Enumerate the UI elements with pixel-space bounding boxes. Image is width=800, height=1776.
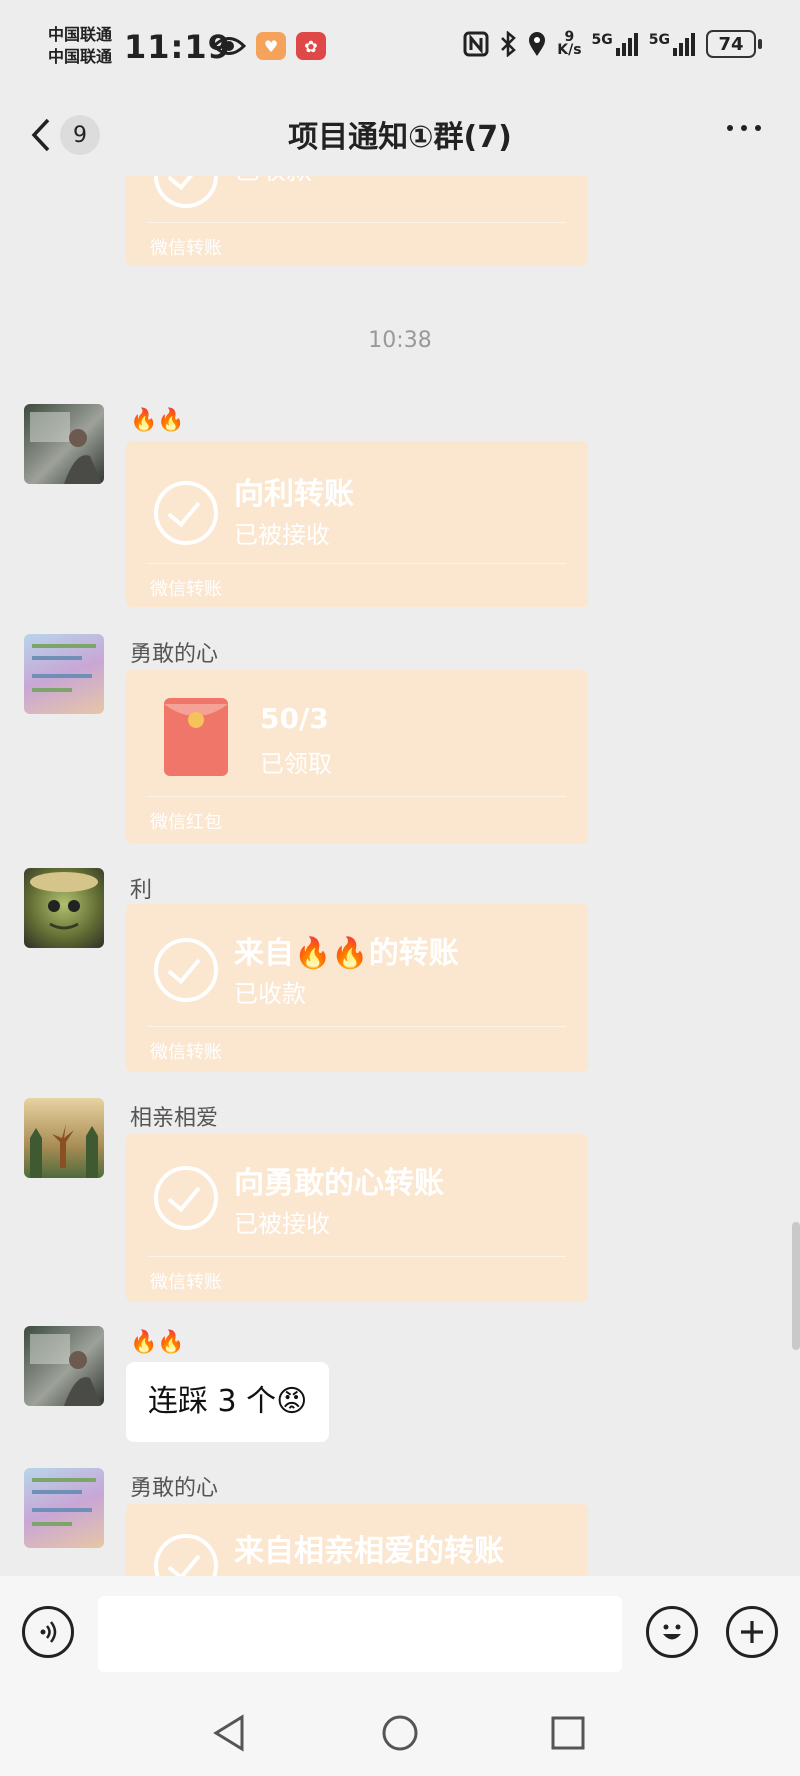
check-icon	[154, 1534, 218, 1576]
carrier-2: 中国联通	[48, 47, 113, 66]
transfer-card[interactable]: 向勇敢的心转账 已被接收 微信转账	[126, 1134, 588, 1302]
voice-button[interactable]	[22, 1606, 74, 1658]
signal-bars-icon	[615, 33, 638, 56]
signal-1: 5G	[592, 32, 639, 56]
chat-header: 项目通知①群(7) 9	[0, 98, 800, 176]
plus-button[interactable]	[726, 1606, 778, 1658]
check-icon	[154, 176, 218, 208]
avatar[interactable]	[24, 634, 104, 714]
transfer-title: 向利转账	[234, 477, 354, 512]
voice-icon[interactable]	[34, 1618, 62, 1646]
avatar-deer-icon	[30, 1124, 98, 1178]
avatar-photo-icon	[30, 412, 102, 484]
chat-scrollbar[interactable]	[792, 1222, 800, 1350]
carrier-1: 中国联通	[48, 25, 113, 44]
back-button[interactable]: 9	[30, 112, 110, 158]
nav-recents-icon[interactable]	[550, 1715, 586, 1751]
battery-icon: 74	[706, 30, 762, 58]
card-divider	[148, 563, 566, 564]
eye-icon	[212, 37, 246, 55]
unread-badge[interactable]: 9	[60, 115, 100, 155]
card-divider	[148, 1256, 566, 1257]
signal-bars-icon	[673, 33, 695, 56]
avatar[interactable]	[24, 868, 104, 948]
nav-back-button[interactable]	[208, 1713, 248, 1753]
nav-home-icon[interactable]	[380, 1713, 420, 1753]
transfer-title: 来自相亲相爱的转账	[234, 1534, 504, 1569]
red-packet-card[interactable]: 50/3 已领取 微信红包	[126, 670, 588, 844]
app-notify-icon-2: ✿	[296, 32, 326, 60]
signal-2: 5G	[649, 32, 696, 56]
more-icon[interactable]	[724, 108, 764, 148]
transfer-card[interactable]: 来自相亲相爱的转账	[126, 1504, 588, 1576]
card-footer: 微信红包	[150, 812, 222, 833]
nfc-icon	[463, 31, 489, 57]
app-notify-icon: ♥	[256, 32, 286, 60]
sender-name: 勇敢的心	[130, 642, 219, 667]
chat-message-list[interactable]: 已收款 微信转账 10:38 🔥🔥 向利转账 已被接收 微信转账 勇敢的心 50…	[0, 176, 800, 1576]
net-speed: 9 K/s	[557, 29, 582, 58]
sender-name: 勇敢的心	[130, 1476, 219, 1501]
chat-title: 项目通知①群(7)	[288, 120, 512, 155]
avatar[interactable]	[24, 1326, 104, 1406]
plus-icon[interactable]	[737, 1617, 767, 1647]
emoji-icon[interactable]	[655, 1615, 689, 1649]
red-packet-title: 50/3	[260, 702, 329, 735]
check-icon	[154, 1166, 218, 1230]
system-navigation-bar	[0, 1691, 800, 1776]
card-footer: 微信转账	[150, 238, 222, 259]
back-chevron-icon[interactable]	[30, 117, 52, 153]
transfer-title: 向勇敢的心转账	[234, 1166, 444, 1201]
card-footer: 微信转账	[150, 1042, 222, 1063]
transfer-title: 来自🔥🔥的转账	[234, 936, 459, 971]
transfer-status: 已被接收	[234, 1210, 330, 1238]
avatar-frog-icon	[30, 872, 98, 930]
nav-back-icon[interactable]	[210, 1713, 246, 1753]
more-button[interactable]	[724, 108, 764, 156]
transfer-card[interactable]: 来自🔥🔥的转账 已收款 微信转账	[126, 904, 588, 1072]
avatar[interactable]	[24, 404, 104, 484]
card-divider	[148, 222, 566, 223]
check-icon	[154, 481, 218, 545]
emoji-button[interactable]	[646, 1606, 698, 1658]
location-icon	[529, 32, 546, 56]
bluetooth-icon	[501, 31, 517, 57]
sender-name: 🔥🔥	[130, 408, 185, 433]
status-icons-right: 9 K/s 5G 5G 74	[463, 29, 762, 58]
avatar[interactable]	[24, 1098, 104, 1178]
avatar-text-image-icon	[32, 644, 96, 692]
sender-name: 利	[130, 878, 153, 903]
transfer-status: 已收款	[234, 176, 312, 187]
red-packet-icon	[164, 698, 228, 776]
transfer-status: 已被接收	[234, 521, 330, 549]
card-divider	[148, 796, 566, 797]
transfer-status: 已收款	[234, 980, 306, 1008]
avatar-text-image-icon	[32, 1478, 96, 1526]
time-divider: 10:38	[368, 328, 432, 353]
avatar[interactable]	[24, 1468, 104, 1548]
card-divider	[148, 1026, 566, 1027]
avatar-photo-icon	[30, 1334, 102, 1406]
red-packet-status: 已领取	[260, 750, 332, 778]
sender-name: 相亲相爱	[130, 1106, 219, 1131]
check-icon	[154, 938, 218, 1002]
status-bar: 中国联通 中国联通 11:19 ♥ ✿ 9 K/s 5G 5G 74	[0, 0, 800, 98]
card-footer: 微信转账	[150, 579, 222, 600]
status-icons-left: ♥ ✿	[212, 32, 326, 60]
nav-home-button[interactable]	[380, 1713, 420, 1753]
message-input[interactable]	[98, 1596, 622, 1672]
card-footer: 微信转账	[150, 1272, 222, 1293]
transfer-card[interactable]: 向利转账 已被接收 微信转账	[126, 441, 588, 607]
carrier-labels: 中国联通 中国联通	[48, 24, 112, 68]
input-bar	[0, 1576, 800, 1691]
text-message-bubble[interactable]: 连踩 3 个😡	[126, 1362, 330, 1442]
nav-recents-button[interactable]	[548, 1713, 588, 1753]
sender-name: 🔥🔥	[130, 1330, 185, 1355]
transfer-card[interactable]: 已收款 微信转账	[126, 176, 588, 266]
